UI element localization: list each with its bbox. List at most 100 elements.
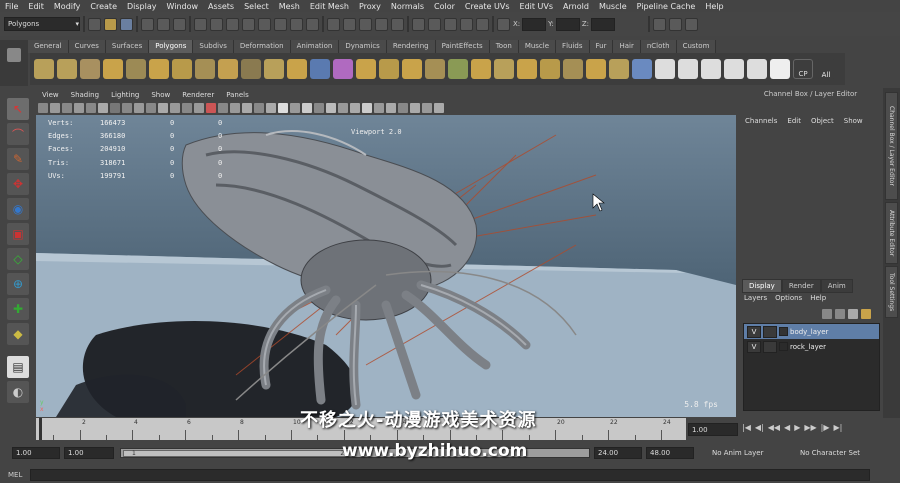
y-field[interactable]	[555, 17, 580, 31]
viewport-tool-icon[interactable]	[146, 103, 156, 113]
animation-start-field[interactable]: 1.00	[12, 447, 60, 459]
character-set-field[interactable]: No Character Set	[796, 447, 878, 459]
viewport-tool-icon[interactable]	[158, 103, 168, 113]
viewport-tool-icon[interactable]	[38, 103, 48, 113]
shelf-tab-subdivs[interactable]: Subdivs	[193, 40, 234, 53]
platonic-icon[interactable]	[287, 59, 307, 79]
layout-single-icon[interactable]: ▤	[7, 356, 29, 378]
viewport-tool-icon[interactable]	[62, 103, 72, 113]
channel-menu-show[interactable]: Show	[839, 117, 868, 125]
pick-mask-icon[interactable]	[306, 17, 319, 31]
cube-icon[interactable]	[57, 59, 77, 79]
shelf-tab-curves[interactable]: Curves	[68, 40, 106, 53]
viewport-tool-icon[interactable]	[242, 103, 252, 113]
playback-end-field[interactable]: 24.00	[594, 447, 642, 459]
tab-tool-settings[interactable]: Tool Settings	[885, 266, 898, 318]
channel-menu-object[interactable]: Object	[806, 117, 839, 125]
mirror-icon[interactable]	[471, 59, 491, 79]
soccer-ball-icon[interactable]	[264, 59, 284, 79]
animation-end-field[interactable]: 48.00	[646, 447, 694, 459]
open-scene-icon[interactable]	[104, 17, 117, 31]
layer-tab-render[interactable]: Render	[781, 279, 821, 293]
shelf-tab-painteffects[interactable]: PaintEffects	[435, 40, 490, 53]
cylinder-icon[interactable]	[80, 59, 100, 79]
layer-row[interactable]: Vrock_layer	[744, 339, 879, 354]
shelf-tab-surfaces[interactable]: Surfaces	[105, 40, 150, 53]
last-tool-icon[interactable]: ◆	[7, 323, 29, 345]
menu-edit-mesh[interactable]: Edit Mesh	[305, 2, 354, 11]
viewport-tool-icon[interactable]	[98, 103, 108, 113]
new-layer-icon[interactable]	[848, 309, 858, 319]
boolean-union-icon[interactable]	[402, 59, 422, 79]
shelf-tab-deformation[interactable]: Deformation	[233, 40, 291, 53]
viewport-tool-icon[interactable]	[74, 103, 84, 113]
render-frame-icon[interactable]	[428, 17, 441, 31]
viewport-tool-icon[interactable]	[254, 103, 264, 113]
menu-normals[interactable]: Normals	[386, 2, 429, 11]
current-frame-field[interactable]: 1.00	[688, 423, 738, 436]
pipe-icon[interactable]	[218, 59, 238, 79]
cone-icon[interactable]	[103, 59, 123, 79]
channel-menu-channels[interactable]: Channels	[740, 117, 782, 125]
menu-muscle[interactable]: Muscle	[594, 2, 632, 11]
viewport-tool-icon[interactable]	[110, 103, 120, 113]
pick-mask-icon[interactable]	[290, 17, 303, 31]
shelf-tab-fluids[interactable]: Fluids	[556, 40, 590, 53]
shelf-tab-dynamics[interactable]: Dynamics	[339, 40, 387, 53]
viewport-tool-icon[interactable]	[170, 103, 180, 113]
menu-create-uvs[interactable]: Create UVs	[460, 2, 515, 11]
boolean-intersect-icon[interactable]	[448, 59, 468, 79]
soft-mod-icon[interactable]: ⊕	[7, 273, 29, 295]
shelf-tab-custom[interactable]: Custom	[676, 40, 717, 53]
ipr-render-icon[interactable]	[444, 17, 457, 31]
channel-menu-edit[interactable]: Edit	[782, 117, 806, 125]
history-icon[interactable]	[412, 17, 425, 31]
select-object-icon[interactable]	[157, 17, 170, 31]
layer-color-swatch[interactable]	[779, 342, 788, 351]
viewport-menu-renderer[interactable]: Renderer	[176, 90, 220, 101]
viewport-menu-show[interactable]: Show	[145, 90, 176, 101]
shelf-tab-muscle[interactable]: Muscle	[518, 40, 557, 53]
combine-icon[interactable]	[310, 59, 330, 79]
spherical-map-icon[interactable]	[724, 59, 744, 79]
viewport-tool-icon[interactable]	[326, 103, 336, 113]
layer-row[interactable]: Vbody_layer	[744, 324, 879, 339]
live-surface-icon[interactable]	[391, 17, 404, 31]
move-layer-down-icon[interactable]	[835, 309, 845, 319]
tab-channel-box[interactable]: Channel Box / Layer Editor	[885, 92, 898, 200]
select-tool-icon[interactable]: ↖	[7, 98, 29, 120]
layer-tab-anim[interactable]: Anim	[820, 279, 853, 293]
pick-mask-icon[interactable]	[226, 17, 239, 31]
playback-toggle[interactable]	[763, 340, 777, 353]
move-layer-up-icon[interactable]	[822, 309, 832, 319]
viewport-tool-icon[interactable]	[194, 103, 204, 113]
new-layer-selected-icon[interactable]	[861, 309, 871, 319]
layer-menu-layers[interactable]: Layers	[744, 294, 767, 302]
menu-pipeline-cache[interactable]: Pipeline Cache	[632, 2, 701, 11]
shelf-tab-animation[interactable]: Animation	[290, 40, 340, 53]
viewport-tool-icon[interactable]	[230, 103, 240, 113]
menu-arnold[interactable]: Arnold	[558, 2, 594, 11]
snap-point-icon[interactable]	[359, 17, 372, 31]
viewport-tool-icon[interactable]	[362, 103, 372, 113]
tab-attribute-editor[interactable]: Attribute Editor	[885, 202, 898, 264]
toggle-tool-settings-icon[interactable]	[685, 17, 699, 31]
separate-icon[interactable]	[333, 59, 353, 79]
boolean-diff-icon[interactable]	[425, 59, 445, 79]
menu-modify[interactable]: Modify	[49, 2, 86, 11]
menu-create[interactable]: Create	[85, 2, 122, 11]
menu-file[interactable]: File	[0, 2, 23, 11]
menu-color[interactable]: Color	[429, 2, 460, 11]
pyramid-icon[interactable]	[195, 59, 215, 79]
scale-tool-icon[interactable]: ▣	[7, 223, 29, 245]
move-tool-icon[interactable]: ✥	[7, 173, 29, 195]
snap-view-icon[interactable]	[375, 17, 388, 31]
menu-edit-uvs[interactable]: Edit UVs	[515, 2, 559, 11]
shelf-tab-hair[interactable]: Hair	[613, 40, 641, 53]
plane-icon[interactable]	[126, 59, 146, 79]
sym-icon[interactable]	[497, 17, 510, 31]
viewport-tool-icon[interactable]	[86, 103, 96, 113]
playback-start-field[interactable]: 1.00	[64, 447, 114, 459]
viewport-tool-icon[interactable]	[350, 103, 360, 113]
helix-icon[interactable]	[241, 59, 261, 79]
